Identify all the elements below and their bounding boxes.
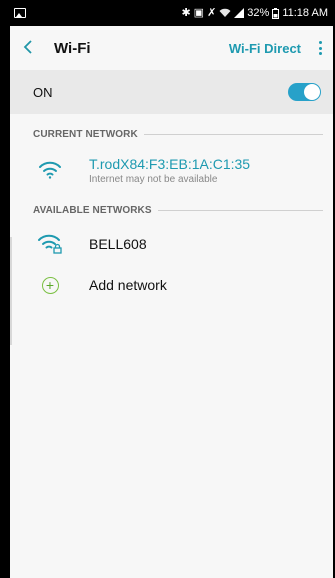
- cell-signal-icon: [234, 8, 245, 18]
- back-arrow-icon[interactable]: [22, 37, 46, 60]
- available-networks-header: AVAILABLE NETWORKS: [10, 198, 333, 222]
- page-title: Wi-Fi: [54, 39, 91, 57]
- wifi-signal-icon: [219, 8, 231, 17]
- current-network-header: CURRENT NETWORK: [10, 122, 333, 146]
- current-network-label: CURRENT NETWORK: [33, 128, 138, 140]
- mute-icon: ✗: [207, 6, 217, 19]
- nfc-icon: ▣: [193, 6, 205, 19]
- battery-icon: [272, 7, 280, 19]
- network-item-bell608[interactable]: BELL608: [10, 222, 333, 266]
- toggle-label: ON: [33, 84, 53, 100]
- side-scroll-handle: [10, 237, 12, 345]
- add-network-item[interactable]: + Add network: [10, 266, 333, 304]
- add-network-label: Add network: [89, 277, 167, 293]
- add-icon: +: [41, 276, 59, 294]
- network-name: BELL608: [89, 236, 147, 252]
- wifi-settings-screen: ✱ ▣ ✗ 32% 11:18 AM Wi-Fi Wi-Fi Direct ON…: [10, 0, 333, 578]
- wifi-direct-button[interactable]: Wi-Fi Direct: [229, 41, 301, 56]
- available-networks-label: AVAILABLE NETWORKS: [33, 204, 152, 216]
- wifi-icon: [39, 161, 61, 179]
- status-bar: ✱ ▣ ✗ 32% 11:18 AM: [10, 0, 333, 26]
- app-header: Wi-Fi Wi-Fi Direct: [10, 26, 333, 70]
- more-options-icon[interactable]: [315, 39, 325, 57]
- image-icon: [14, 8, 26, 18]
- current-network-name: T.rodX84:F3:EB:1A:C1:35: [89, 155, 251, 172]
- clock: 11:18 AM: [282, 7, 328, 19]
- wifi-toggle-row[interactable]: ON: [10, 70, 333, 114]
- current-network-status: Internet may not be available: [89, 173, 218, 185]
- secured-wifi-icon: [38, 234, 62, 254]
- current-network-item[interactable]: T.rodX84:F3:EB:1A:C1:35 Internet may not…: [10, 146, 333, 194]
- wifi-toggle-switch[interactable]: [288, 83, 321, 101]
- bluetooth-icon: ✱: [181, 6, 191, 19]
- battery-percent: 32%: [247, 7, 270, 19]
